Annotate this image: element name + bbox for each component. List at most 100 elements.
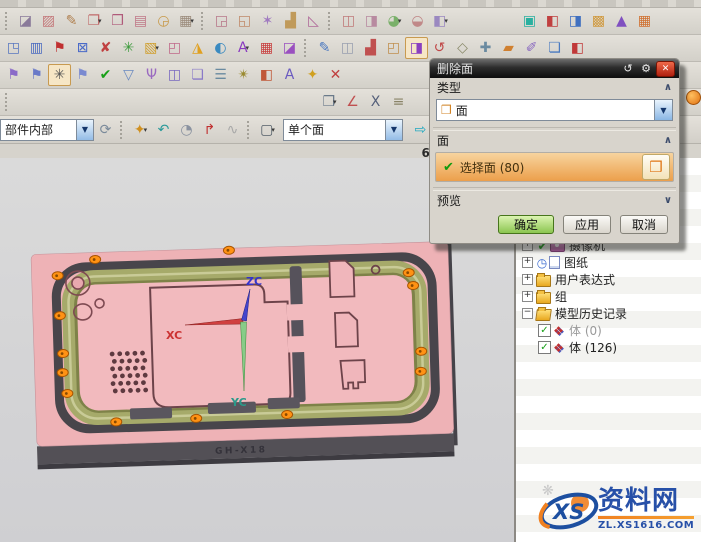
mirror-face-icon[interactable]: ◧▾ <box>429 10 452 32</box>
texture-box-icon[interactable]: ▦ <box>633 10 656 32</box>
dropdown-arrow-icon[interactable]: ▾ <box>246 44 250 52</box>
dialog-titlebar[interactable]: 删除面 ↺ ⚙ ✕ <box>430 59 679 78</box>
toolbar-drag-handle[interactable] <box>201 12 207 30</box>
radius-arrow-icon[interactable]: ↺ <box>428 37 451 59</box>
notebook-icon[interactable]: ❒▾ <box>318 91 341 113</box>
red-grid-icon[interactable]: ▦ <box>255 37 278 59</box>
spline-icon[interactable]: ∿ <box>221 119 244 141</box>
collapse-up-icon[interactable]: ∧ <box>664 135 672 146</box>
flag-doc-icon[interactable]: ❏ <box>186 64 209 86</box>
cancel-button[interactable]: 取消 <box>620 215 668 234</box>
tower-icon[interactable]: ▟ <box>359 37 382 59</box>
cone-color-icon[interactable]: ▲ <box>610 10 633 32</box>
face-select-button[interactable]: ❒ <box>642 154 670 180</box>
orange-ball-icon[interactable] <box>686 90 701 105</box>
tree-item-图纸[interactable]: +◷图纸 <box>518 254 701 271</box>
sun-frame-icon[interactable]: ✳ <box>48 64 71 86</box>
tree-item-用户表达式[interactable]: +用户表达式 <box>518 271 701 288</box>
seat-icon[interactable]: ▟ <box>279 10 302 32</box>
flag-dots-icon[interactable]: ⚑ <box>71 64 94 86</box>
chevron-down-icon[interactable]: ▼ <box>385 120 402 140</box>
selection-scope-combo[interactable]: 部件内部 ▼ <box>0 119 94 141</box>
bell-icon[interactable]: ◮ <box>186 37 209 59</box>
collapse-box-icon[interactable]: − <box>522 308 533 319</box>
list-eye-icon[interactable]: ☰ <box>209 64 232 86</box>
dropdown-arrow-icon[interactable]: ▾ <box>271 126 275 134</box>
dialog-reset-icon[interactable]: ↺ <box>620 62 636 76</box>
dropdown-arrow-icon[interactable]: ▾ <box>444 17 448 25</box>
multicolor-box-icon[interactable]: ◧ <box>541 10 564 32</box>
round-blend-icon[interactable]: ◕▾ <box>383 10 406 32</box>
tree-item-体 (126)[interactable]: ✓❖体 (126) <box>518 339 701 356</box>
cube-view-icon[interactable]: ◳ <box>2 37 25 59</box>
fold-pair-icon[interactable]: ◨ <box>360 10 383 32</box>
dropdown-arrow-icon[interactable]: ▾ <box>333 98 337 106</box>
pen-sketch-icon[interactable]: ✎ <box>60 10 83 32</box>
type-section-header[interactable]: 类型 ∧ <box>430 78 679 97</box>
rainbow-eraser-icon[interactable]: ▰ <box>497 37 520 59</box>
toolbar-drag-handle[interactable] <box>120 121 126 139</box>
green-check-icon[interactable]: ✔ <box>94 64 117 86</box>
purple-box-icon[interactable]: ◪ <box>278 37 301 59</box>
blend-face-icon[interactable]: ◒ <box>406 10 429 32</box>
flip-sheet-icon[interactable]: ❒ <box>106 10 129 32</box>
red-flag-icon[interactable]: ⚑ <box>48 37 71 59</box>
flag-pair-icon[interactable]: ⚑ <box>25 64 48 86</box>
box-pair-icon[interactable]: ◫ <box>163 64 186 86</box>
stack-layers-icon[interactable]: ≡ <box>387 91 410 113</box>
checkbox[interactable]: ✓ <box>538 324 551 337</box>
faucet-icon[interactable]: ✚ <box>474 37 497 59</box>
node-pair-icon[interactable]: ◫ <box>336 37 359 59</box>
grid-sheet-icon[interactable]: ▤ <box>129 10 152 32</box>
shield-icon[interactable]: ◐ <box>209 37 232 59</box>
dialog-settings-icon[interactable]: ⚙ <box>638 62 654 76</box>
fold-view-icon[interactable]: ◱ <box>233 10 256 32</box>
red-cube-icon[interactable]: ◧ <box>566 37 589 59</box>
toolbar-drag-handle[interactable] <box>304 39 310 57</box>
dropdown-arrow-icon[interactable]: ▾ <box>398 17 402 25</box>
dropdown-arrow-icon[interactable]: ▾ <box>155 44 159 52</box>
expand-box-icon[interactable]: + <box>522 274 533 285</box>
text-pencil-icon[interactable]: A <box>278 64 301 86</box>
swap-view-icon[interactable]: ◲ <box>210 10 233 32</box>
expand-box-icon[interactable]: + <box>522 257 533 268</box>
diamond-outline-icon[interactable]: ◇ <box>451 37 474 59</box>
collapse-up-icon[interactable]: ∧ <box>664 82 672 93</box>
paste-window-icon[interactable]: ◰ <box>163 37 186 59</box>
box-star-icon[interactable]: ◰ <box>382 37 405 59</box>
net-surface-icon[interactable]: ▩ <box>587 10 610 32</box>
teal-box-icon[interactable]: ▣ <box>518 10 541 32</box>
open-sheet-icon[interactable]: ❐▾ <box>83 10 106 32</box>
roll-sheet-icon[interactable]: ◶ <box>152 10 175 32</box>
rough-sketch-icon[interactable]: ▨ <box>37 10 60 32</box>
toolbar-drag-handle[interactable] <box>5 93 11 111</box>
filter-flag-icon[interactable]: ⚑ <box>2 64 25 86</box>
doc-x-icon[interactable]: ✕ <box>324 64 347 86</box>
pencil-edit-icon[interactable]: ✎ <box>313 37 336 59</box>
yellow-chest-icon[interactable]: ▧▾ <box>140 37 163 59</box>
red-pin-icon[interactable]: ✘ <box>94 37 117 59</box>
green-star-icon[interactable]: ✳ <box>117 37 140 59</box>
dropdown-arrow-icon[interactable]: ▾ <box>98 17 102 25</box>
marquee-select-icon[interactable]: ▢▾ <box>256 119 279 141</box>
snap-point-icon[interactable]: ✦▾ <box>129 119 152 141</box>
history-clock-icon[interactable]: ◔ <box>175 119 198 141</box>
tree-item-体 (0)[interactable]: ✓❖体 (0) <box>518 322 701 339</box>
checkbox[interactable]: ✓ <box>538 341 551 354</box>
measure-abs-icon[interactable]: ∠ <box>341 91 364 113</box>
wing-icon[interactable]: ◺ <box>302 10 325 32</box>
toolbar-drag-handle[interactable] <box>5 12 11 30</box>
key-icon[interactable]: ✦ <box>301 64 324 86</box>
dialog-close-icon[interactable]: ✕ <box>656 61 675 77</box>
cube-arrow-icon[interactable]: ◧ <box>255 64 278 86</box>
face-section-header[interactable]: 面 ∧ <box>430 131 679 150</box>
red-turn-icon[interactable]: ↱ <box>198 119 221 141</box>
text-height-icon[interactable]: A▾ <box>232 37 255 59</box>
collapse-down-icon[interactable]: ∨ <box>664 195 672 206</box>
measure-x-icon[interactable]: Χ <box>364 91 387 113</box>
toolbar-drag-handle[interactable] <box>247 121 253 139</box>
doc-pencil-icon[interactable]: ❏ <box>543 37 566 59</box>
dropdown-arrow-icon[interactable]: ▾ <box>190 17 194 25</box>
box-funnel-icon[interactable]: ▽ <box>117 64 140 86</box>
drafting-icon[interactable]: ▦▾ <box>175 10 198 32</box>
